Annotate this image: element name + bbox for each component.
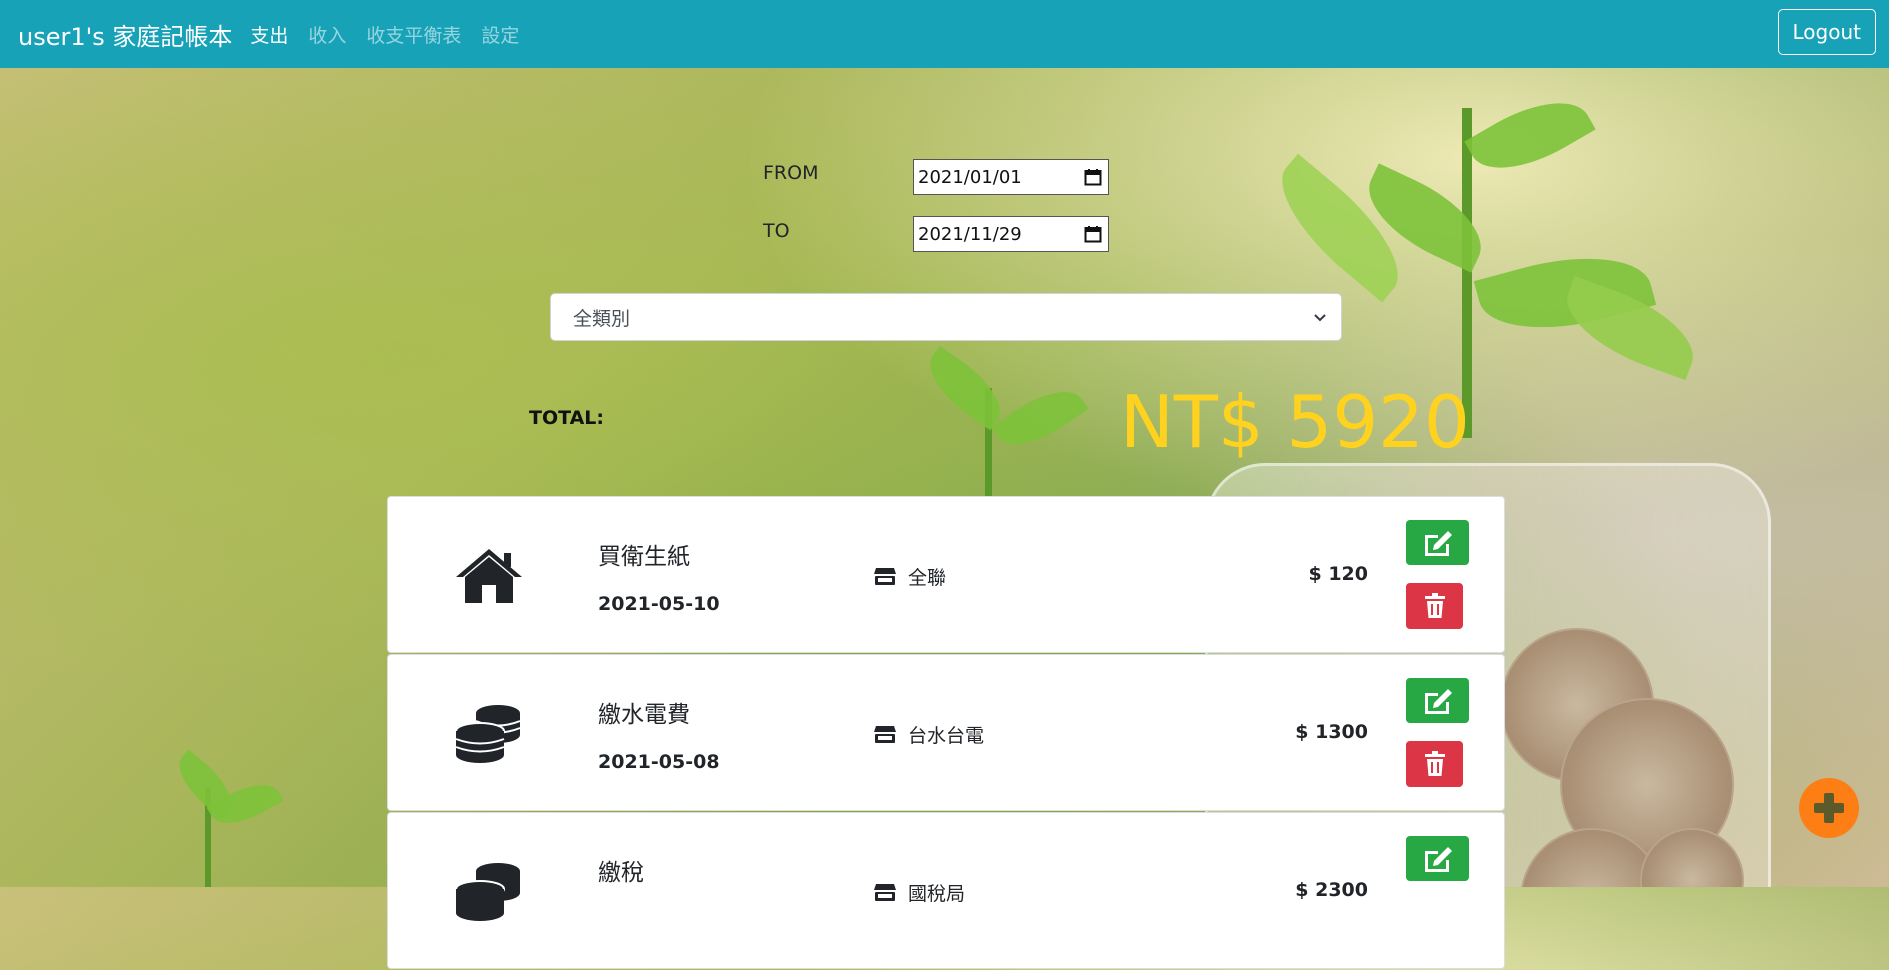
record-title: 繳稅 (598, 860, 644, 886)
record-amount: $ 1300 (1295, 721, 1368, 743)
record-store-name: 國稅局 (908, 883, 966, 905)
nav-link-expense[interactable]: 支出 (250, 21, 288, 48)
from-label: FROM (763, 162, 819, 184)
to-label: TO (763, 220, 790, 242)
brand-title[interactable]: user1's 家庭記帳本 (18, 17, 232, 52)
from-date-input[interactable]: 2021/01/01 (913, 159, 1109, 195)
edit-icon (1424, 688, 1452, 714)
plus-icon (1814, 793, 1844, 823)
trash-icon (1424, 593, 1445, 618)
list-item: 買衛生紙 2021-05-10 全聯 $ 120 (387, 496, 1505, 653)
to-date-input[interactable]: 2021/11/29 (913, 216, 1109, 252)
edit-icon (1424, 530, 1452, 556)
category-select[interactable]: 全類別 (550, 293, 1342, 341)
record-date: 2021-05-10 (598, 593, 720, 615)
delete-button[interactable] (1406, 741, 1463, 787)
record-store: 台水台電 (874, 721, 984, 748)
nav-link-balance-sheet[interactable]: 收支平衡表 (366, 21, 461, 48)
nav-link-settings[interactable]: 設定 (481, 21, 519, 48)
record-store-name: 全聯 (908, 567, 947, 589)
calendar-icon[interactable] (1084, 225, 1102, 243)
coins-icon (455, 863, 520, 921)
chevron-down-icon (1314, 314, 1326, 322)
record-date: 2021-05-08 (598, 751, 720, 773)
store-icon (874, 726, 896, 743)
logout-button[interactable]: Logout (1777, 9, 1876, 55)
edit-button[interactable] (1406, 836, 1469, 881)
calendar-icon[interactable] (1084, 168, 1102, 186)
coins-icon (455, 705, 521, 763)
nav-link-income[interactable]: 收入 (308, 21, 346, 48)
from-date-value: 2021/01/01 (918, 166, 1022, 188)
record-title: 繳水電費 (598, 702, 690, 728)
home-icon (456, 549, 522, 603)
list-item: 繳稅 國稅局 $ 2300 (387, 812, 1505, 969)
list-item: 繳水電費 2021-05-08 台水台電 $ 1300 (387, 654, 1505, 811)
to-date-value: 2021/11/29 (918, 223, 1022, 245)
record-amount: $ 120 (1308, 563, 1369, 585)
add-record-button[interactable] (1799, 778, 1859, 838)
store-icon (874, 884, 896, 901)
record-store-name: 台水台電 (908, 725, 985, 747)
record-store: 全聯 (874, 563, 946, 590)
navbar: user1's 家庭記帳本 支出 收入 收支平衡表 設定 Logout (0, 0, 1889, 68)
record-title: 買衛生紙 (598, 544, 690, 570)
delete-button[interactable] (1406, 583, 1463, 629)
total-label: TOTAL: (529, 407, 605, 429)
edit-button[interactable] (1406, 520, 1469, 565)
store-icon (874, 568, 896, 585)
category-selected-value: 全類別 (573, 307, 631, 330)
edit-icon (1424, 846, 1452, 872)
record-amount: $ 2300 (1295, 879, 1368, 901)
record-list: 買衛生紙 2021-05-10 全聯 $ 120 繳水電費 2021-05-08… (387, 496, 1505, 970)
total-amount: NT$ 5920 (1120, 380, 1470, 464)
trash-icon (1424, 751, 1445, 776)
edit-button[interactable] (1406, 678, 1469, 723)
record-store: 國稅局 (874, 879, 965, 906)
